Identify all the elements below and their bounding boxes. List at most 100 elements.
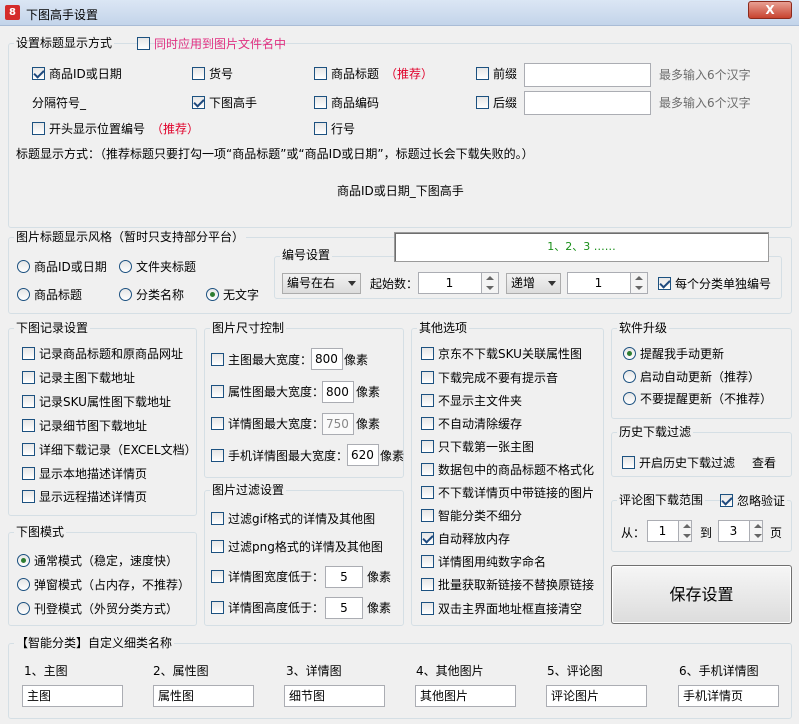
other-option-11[interactable]: 批量获取新链接不替换原链接 (421, 577, 594, 593)
checkbox-box[interactable] (421, 509, 434, 522)
filter-gif-checkbox[interactable]: 过滤gif格式的详情及其他图 (211, 511, 375, 527)
product-code-checkbox[interactable]: 商品编码 (314, 95, 379, 111)
style-radio-product-title[interactable]: 商品标题 (17, 287, 82, 303)
save-settings-button[interactable]: 保存设置 (611, 565, 792, 624)
line-no-checkbox[interactable]: 行号 (314, 121, 355, 137)
ignore-verify-checkbox[interactable]: 忽略验证 (720, 493, 788, 509)
other-option-4[interactable]: 不自动清除缓存 (421, 416, 522, 432)
radio-circle[interactable] (623, 392, 636, 405)
checkbox-box[interactable] (211, 449, 224, 462)
checkbox-box[interactable] (211, 385, 224, 398)
log-checkbox-6[interactable]: 显示本地描述详情页 (22, 466, 147, 482)
radio-circle[interactable] (623, 370, 636, 383)
mode-radio-popup[interactable]: 弹窗模式（占内存，不推荐） (17, 577, 190, 593)
upgrade-radio-auto[interactable]: 启动自动更新（推荐） (623, 369, 760, 385)
checkbox-box[interactable] (476, 96, 489, 109)
radio-circle[interactable] (17, 260, 30, 273)
checkbox-box[interactable] (211, 512, 224, 525)
filter-height-input[interactable]: 5 (325, 597, 363, 619)
radio-circle[interactable] (17, 578, 30, 591)
radio-circle[interactable] (119, 288, 132, 301)
suffix-input[interactable] (524, 91, 651, 115)
xiatu-checkbox[interactable]: 下图高手 (192, 95, 257, 111)
mobile-width-checkbox[interactable]: 手机详情图最大宽度： (211, 448, 348, 464)
main-width-checkbox[interactable]: 主图最大宽度： (211, 352, 312, 368)
mode-radio-publish[interactable]: 刊登模式（外贸分类方式） (17, 601, 178, 617)
spin-stepper[interactable] (678, 521, 691, 541)
radio-circle[interactable] (17, 288, 30, 301)
other-option-1[interactable]: 京东不下载SKU关联属性图 (421, 346, 582, 362)
increment-mode-select[interactable]: 递增 (506, 273, 561, 294)
category-input-4[interactable]: 其他图片 (415, 685, 516, 707)
checkbox-box[interactable] (421, 440, 434, 453)
upgrade-radio-manual[interactable]: 提醒我手动更新 (623, 346, 724, 362)
checkbox-box[interactable] (192, 96, 205, 109)
log-checkbox-2[interactable]: 记录主图下载地址 (22, 370, 135, 386)
checkbox-box[interactable] (22, 347, 35, 360)
to-page-input[interactable]: 3 (718, 520, 763, 542)
checkbox-box[interactable] (22, 490, 35, 503)
checkbox-box[interactable] (421, 486, 434, 499)
other-option-6[interactable]: 数据包中的商品标题不格式化 (421, 462, 594, 478)
other-option-7[interactable]: 不下载详情页中带链接的图片 (421, 485, 594, 501)
checkbox-box[interactable] (211, 353, 224, 366)
main-width-input[interactable]: 800 (311, 348, 343, 370)
start-position-checkbox[interactable]: 开头显示位置编号 （推荐） (32, 121, 199, 137)
filter-png-checkbox[interactable]: 过滤png格式的详情及其他图 (211, 539, 383, 555)
checkbox-box[interactable] (211, 570, 224, 583)
mode-radio-normal[interactable]: 通常模式（稳定，速度快） (17, 553, 178, 569)
other-option-8[interactable]: 智能分类不细分 (421, 508, 522, 524)
checkbox-box[interactable] (720, 494, 733, 507)
close-button[interactable]: X (748, 1, 792, 19)
checkbox-box[interactable] (32, 67, 45, 80)
history-view-link[interactable]: 查看 (752, 455, 776, 471)
product-id-checkbox[interactable]: 商品ID或日期 (32, 66, 122, 82)
radio-circle[interactable] (623, 347, 636, 360)
other-option-10[interactable]: 详情图用纯数字命名 (421, 554, 546, 570)
checkbox-box[interactable] (421, 417, 434, 430)
checkbox-box[interactable] (421, 555, 434, 568)
style-radio-folder-title[interactable]: 文件夹标题 (119, 259, 196, 275)
step-input[interactable]: 1 (567, 272, 648, 294)
log-checkbox-1[interactable]: 记录商品标题和原商品网址 (22, 346, 183, 362)
filter-width-input[interactable]: 5 (325, 566, 363, 588)
checkbox-box[interactable] (137, 37, 150, 50)
start-number-input[interactable]: 1 (418, 272, 499, 294)
style-radio-category-name[interactable]: 分类名称 (119, 287, 184, 303)
checkbox-box[interactable] (22, 371, 35, 384)
checkbox-box[interactable] (32, 122, 45, 135)
filter-width-checkbox[interactable]: 详情图宽度低于： (211, 569, 324, 585)
spin-stepper[interactable] (749, 521, 762, 541)
radio-circle[interactable] (119, 260, 132, 273)
log-checkbox-7[interactable]: 显示远程描述详情页 (22, 489, 147, 505)
checkbox-box[interactable] (192, 67, 205, 80)
checkbox-box[interactable] (421, 532, 434, 545)
checkbox-box[interactable] (658, 277, 671, 290)
checkbox-box[interactable] (421, 602, 434, 615)
detail-width-input[interactable]: 750 (322, 413, 354, 435)
category-input-2[interactable]: 属性图 (153, 685, 254, 707)
checkbox-box[interactable] (22, 443, 35, 456)
log-checkbox-4[interactable]: 记录细节图下载地址 (22, 418, 147, 434)
other-option-9[interactable]: 自动释放内存 (421, 531, 510, 547)
category-input-5[interactable]: 评论图片 (546, 685, 647, 707)
log-checkbox-3[interactable]: 记录SKU属性图下载地址 (22, 394, 171, 410)
mobile-width-input[interactable]: 620 (347, 444, 379, 466)
number-position-select[interactable]: 编号在右 (282, 273, 361, 294)
checkbox-box[interactable] (22, 419, 35, 432)
from-page-input[interactable]: 1 (647, 520, 692, 542)
checkbox-box[interactable] (314, 96, 327, 109)
checkbox-box[interactable] (211, 601, 224, 614)
other-option-5[interactable]: 只下载第一张主图 (421, 439, 534, 455)
spin-stepper[interactable] (481, 273, 498, 293)
other-option-2[interactable]: 下载完成不要有提示音 (421, 370, 558, 386)
category-input-1[interactable]: 主图 (22, 685, 123, 707)
radio-circle[interactable] (17, 602, 30, 615)
checkbox-box[interactable] (22, 395, 35, 408)
radio-circle[interactable] (17, 554, 30, 567)
radio-circle[interactable] (206, 288, 219, 301)
spin-stepper[interactable] (630, 273, 647, 293)
product-title-checkbox[interactable]: 商品标题 （推荐） (314, 66, 433, 82)
style-radio-no-text[interactable]: 无文字 (206, 287, 259, 303)
checkbox-box[interactable] (314, 67, 327, 80)
